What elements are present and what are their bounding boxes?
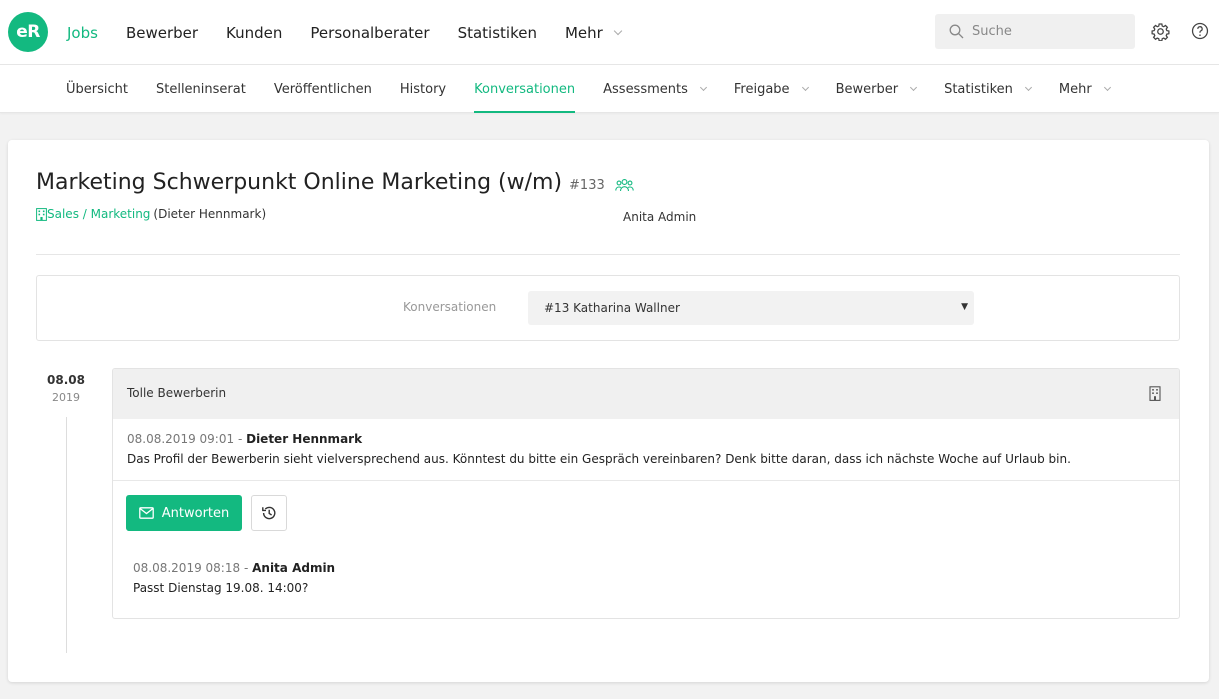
job-id: #133: [569, 178, 605, 193]
tab-konversationen[interactable]: Konversationen: [474, 65, 576, 113]
job-title: Marketing Schwerpunkt Online Marketing (…: [36, 170, 563, 195]
nav-item-label: Kunden: [226, 23, 283, 42]
job-sub-navigation: Übersicht Stelleninserat Veröffentlichen…: [0, 65, 1219, 113]
chevron-down-icon: [699, 83, 707, 91]
nav-item-label: Personalberater: [310, 23, 430, 42]
tab-label: History: [399, 81, 447, 97]
nav-item-personalberater[interactable]: Personalberater: [310, 24, 429, 42]
message-meta: 08.08.2019 09:01 - Dieter Hennmark: [127, 432, 362, 446]
timeline-line: [66, 417, 67, 653]
sub-nav: Übersicht Stelleninserat Veröffentlichen…: [66, 65, 1138, 113]
chevron-down-icon: [613, 26, 623, 35]
conversation-thread: Tolle Bewerberin 08.08.2019 09:01 - Diet…: [112, 368, 1180, 619]
history-button[interactable]: [251, 495, 287, 531]
reply-button[interactable]: Antworten: [126, 495, 242, 531]
envelope-icon: [138, 507, 154, 519]
chevron-down-icon: [910, 83, 918, 91]
tab-label: Konversationen: [474, 81, 576, 97]
search-box[interactable]: [935, 14, 1135, 49]
tab-uebersicht[interactable]: Übersicht: [66, 65, 128, 113]
tab-label: Statistiken: [944, 81, 1013, 97]
message-timestamp: 08.08.2019 08:18: [133, 561, 241, 575]
help-icon[interactable]: [1189, 20, 1211, 42]
chevron-down-icon: [1024, 83, 1032, 91]
app-logo[interactable]: eR: [8, 12, 48, 52]
thread-subject: Tolle Bewerberin: [127, 386, 227, 400]
tab-mehr[interactable]: Mehr: [1058, 65, 1111, 113]
nav-item-jobs[interactable]: Jobs: [67, 24, 98, 42]
job-card: Marketing Schwerpunkt Online Marketing (…: [8, 140, 1209, 682]
history-icon: [262, 506, 276, 520]
divider: [36, 254, 1180, 255]
tab-label: Übersicht: [66, 81, 128, 97]
tab-label: Stelleninserat: [155, 81, 246, 97]
tab-statistiken[interactable]: Statistiken: [944, 65, 1032, 113]
department-line: Sales / Marketing (Dieter Hennmark): [36, 207, 266, 221]
building-icon: [36, 207, 47, 221]
nav-item-kunden[interactable]: Kunden: [226, 24, 282, 42]
conversation-select[interactable]: #13 Katharina Wallner ▼: [528, 291, 974, 325]
thread-header: Tolle Bewerberin: [113, 369, 1179, 419]
nav-item-label: Mehr: [564, 23, 603, 42]
tab-veroeffentlichen[interactable]: Veröffentlichen: [274, 65, 372, 113]
chevron-down-icon: [1103, 83, 1111, 91]
tab-history[interactable]: History: [400, 65, 446, 113]
message-body: Das Profil der Bewerberin sieht vielvers…: [127, 452, 1071, 466]
department-link[interactable]: Sales / Marketing: [47, 207, 150, 221]
meta-separator: -: [237, 432, 243, 446]
nav-item-mehr[interactable]: Mehr: [564, 23, 623, 42]
tab-label: Mehr: [1058, 81, 1092, 97]
message-timestamp: 08.08.2019 09:01: [127, 432, 235, 446]
search-input[interactable]: [972, 24, 1122, 39]
meta-separator: -: [243, 561, 249, 575]
tab-label: Assessments: [603, 81, 688, 97]
conversation-selector-panel: Konversationen #13 Katharina Wallner ▼: [36, 275, 1180, 341]
message-author: Anita Admin: [252, 561, 336, 575]
tab-freigabe[interactable]: Freigabe: [733, 65, 809, 113]
timeline-date-day: 08.08: [47, 373, 85, 387]
tab-label: Veröffentlichen: [273, 81, 372, 97]
nav-item-label: Bewerber: [125, 23, 199, 42]
chevron-down-icon: [801, 83, 809, 91]
tab-bewerber[interactable]: Bewerber: [835, 65, 918, 113]
reply-button-label: Antworten: [161, 505, 230, 521]
nav-item-label: Jobs: [67, 23, 98, 42]
timeline-date-year: 2019: [52, 391, 80, 404]
tab-assessments[interactable]: Assessments: [603, 65, 707, 113]
tab-label: Bewerber: [835, 81, 899, 97]
nav-item-statistiken[interactable]: Statistiken: [458, 24, 537, 42]
tab-stelleninserat[interactable]: Stelleninserat: [156, 65, 246, 113]
caret-down-icon: ▼: [961, 302, 968, 312]
assignee-name: Anita Admin: [623, 210, 697, 224]
department-owner: (Dieter Hennmark): [153, 207, 267, 221]
main-nav: Jobs Bewerber Kunden Personalberater Sta…: [67, 0, 649, 65]
message-meta: 08.08.2019 08:18 - Anita Admin: [133, 561, 335, 575]
search-icon: [949, 24, 964, 39]
conversation-select-value: #13 Katharina Wallner: [544, 301, 680, 315]
building-icon[interactable]: [1149, 386, 1161, 405]
conversation-select-label: Konversationen: [403, 300, 497, 314]
nav-item-bewerber[interactable]: Bewerber: [126, 24, 198, 42]
page-title: Marketing Schwerpunkt Online Marketing (…: [36, 170, 605, 195]
gear-icon[interactable]: [1149, 20, 1171, 42]
tab-label: Freigabe: [733, 81, 790, 97]
top-navigation-bar: eR Jobs Bewerber Kunden Personalberater …: [0, 0, 1219, 65]
message-author: Dieter Hennmark: [246, 432, 363, 446]
team-icon[interactable]: [615, 178, 634, 196]
nav-item-label: Statistiken: [457, 23, 537, 42]
message-body: Passt Dienstag 19.08. 14:00?: [133, 581, 309, 595]
divider: [113, 480, 1179, 481]
